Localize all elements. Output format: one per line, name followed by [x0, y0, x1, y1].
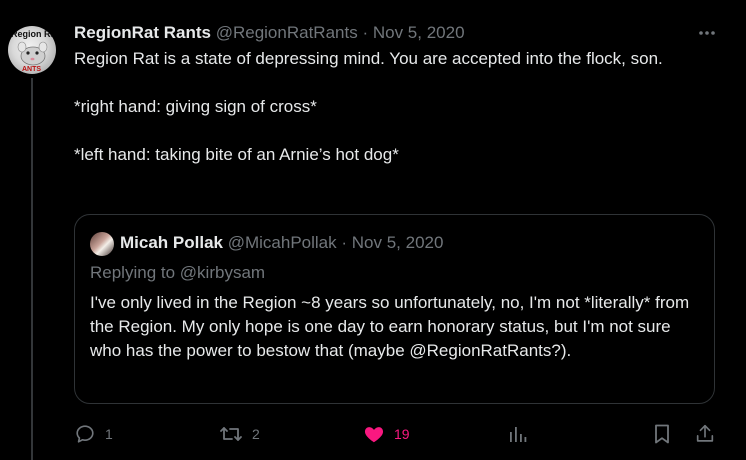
more-button[interactable]	[696, 22, 718, 44]
share-button[interactable]	[694, 420, 716, 448]
bookmark-button[interactable]	[652, 420, 672, 448]
reply-button[interactable]: 1	[74, 420, 113, 448]
svg-text:Region Ra: Region Ra	[11, 29, 56, 39]
like-count: 19	[394, 426, 410, 442]
quoted-tweet[interactable]: Micah Pollak @MicahPollak · Nov 5, 2020 …	[74, 214, 715, 404]
quoted-author-handle: @MicahPollak	[227, 233, 337, 252]
tweet-text: Region Rat is a state of depressing mind…	[74, 47, 724, 167]
replying-prefix: Replying to	[90, 263, 176, 282]
tweet-date[interactable]: Nov 5, 2020	[373, 23, 465, 42]
retweet-count: 2	[252, 426, 260, 442]
tweet-paragraph: *left hand: taking bite of an Arnie’s ho…	[74, 145, 399, 164]
views-button[interactable]	[508, 420, 528, 448]
quoted-separator: ·	[341, 233, 348, 252]
replying-to: Replying to @kirbysam	[90, 262, 265, 284]
tweet-paragraph: Region Rat is a state of depressing mind…	[74, 49, 663, 68]
quoted-date: Nov 5, 2020	[351, 233, 444, 252]
action-bar: 1 2 19	[74, 420, 724, 448]
quoted-tweet-text: I've only lived in the Region ~8 years s…	[90, 293, 690, 360]
reply-icon	[76, 425, 94, 443]
share-icon	[696, 424, 714, 442]
bookmark-icon	[655, 424, 669, 444]
author-avatar[interactable]: Region Ra ANTS	[8, 26, 56, 74]
quoted-author-name: Micah Pollak	[120, 233, 223, 252]
more-icon	[699, 31, 715, 35]
author-name[interactable]: RegionRat Rants	[74, 23, 211, 42]
svg-text:ANTS: ANTS	[22, 66, 41, 73]
heart-icon	[364, 427, 384, 443]
quoted-tweet-header: Micah Pollak @MicahPollak · Nov 5, 2020	[120, 233, 443, 253]
reply-count: 1	[105, 426, 113, 442]
tweet-header: RegionRat Rants @RegionRatRants · Nov 5,…	[74, 23, 465, 43]
thread-line	[31, 78, 33, 460]
rat-logo-icon: Region Ra ANTS	[11, 29, 56, 73]
views-icon	[510, 427, 527, 442]
retweet-button[interactable]: 2	[219, 420, 260, 448]
tweet-paragraph: *right hand: giving sign of cross*	[74, 97, 317, 116]
retweet-icon	[220, 427, 242, 441]
header-separator: ·	[362, 23, 369, 42]
like-button[interactable]: 19	[363, 420, 410, 448]
replying-to-handle[interactable]: @kirbysam	[180, 263, 265, 282]
quoted-author-avatar[interactable]	[90, 232, 114, 256]
author-handle[interactable]: @RegionRatRants	[216, 23, 358, 42]
